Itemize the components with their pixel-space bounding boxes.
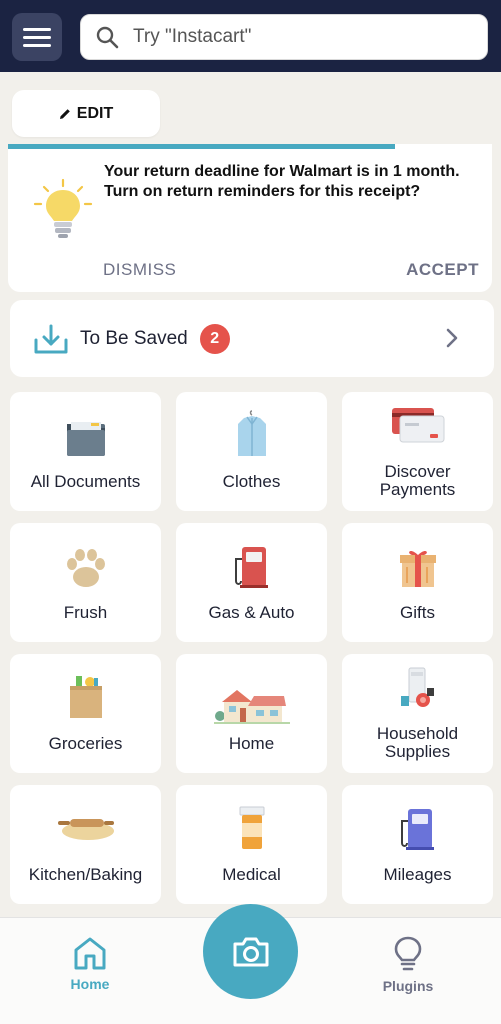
- download-icon: [34, 324, 68, 353]
- category-label: Mileages: [383, 865, 452, 884]
- category-groceries[interactable]: Groceries: [10, 654, 161, 773]
- gift-icon: [399, 550, 436, 587]
- fuel-pump-icon: [400, 809, 434, 850]
- reminder-progress-bar: [8, 144, 396, 149]
- house-icon: [213, 690, 290, 724]
- folder-icon: [66, 422, 105, 456]
- chevron-right-icon: [446, 328, 458, 348]
- category-discover-payments[interactable]: Discover Payments: [342, 392, 493, 511]
- count-badge: 2: [199, 323, 230, 354]
- category-label: Gifts: [400, 603, 435, 622]
- to-be-saved-row[interactable]: To Be Saved 2: [10, 300, 494, 377]
- category-all-documents[interactable]: All Documents: [10, 392, 161, 511]
- tab-home-label: Home: [70, 976, 110, 992]
- category-household-supplies[interactable]: Household Supplies: [342, 654, 493, 773]
- pencil-icon: [59, 108, 70, 119]
- home-icon: [74, 937, 106, 970]
- reminder-message: Your return deadline for Walmart is in 1…: [104, 163, 460, 200]
- category-label: Home: [228, 734, 275, 753]
- appliances-icon: [400, 667, 434, 707]
- search-input[interactable]: [133, 26, 453, 48]
- camera-icon: [233, 937, 268, 966]
- credit-cards-icon: [391, 408, 444, 443]
- to-be-saved-label: To Be Saved: [80, 327, 188, 349]
- category-label: Frush: [63, 603, 108, 622]
- accept-button[interactable]: ACCEPT: [406, 260, 479, 280]
- gas-pump-icon: [234, 547, 268, 588]
- tab-plugins[interactable]: Plugins: [363, 936, 453, 994]
- category-label: Clothes: [222, 472, 281, 491]
- edit-button[interactable]: EDIT: [12, 90, 160, 137]
- dismiss-button[interactable]: DISMISS: [103, 260, 176, 280]
- tab-plugins-label: Plugins: [382, 978, 434, 994]
- category-frush[interactable]: Frush: [10, 523, 161, 642]
- category-gas-auto[interactable]: Gas & Auto: [176, 523, 327, 642]
- rolling-pin-icon: [57, 819, 114, 840]
- category-label: Groceries: [48, 734, 123, 753]
- lightbulb-outline-icon: [394, 936, 422, 971]
- tab-home[interactable]: Home: [45, 936, 135, 992]
- menu-button[interactable]: [12, 13, 62, 61]
- category-label: Kitchen/Baking: [28, 865, 143, 884]
- hamburger-icon: [23, 27, 51, 31]
- category-label: Gas & Auto: [208, 603, 295, 622]
- category-label: Household Supplies: [376, 724, 459, 761]
- top-bar: [0, 0, 501, 72]
- shirt-icon: [237, 410, 266, 456]
- search-bar[interactable]: [80, 14, 488, 60]
- pill-bottle-icon: [239, 806, 264, 849]
- return-reminder-card: Your return deadline for Walmart is in 1…: [8, 144, 492, 292]
- category-label: Medical: [222, 865, 281, 884]
- category-home[interactable]: Home: [176, 654, 327, 773]
- camera-button[interactable]: [203, 904, 298, 999]
- category-clothes[interactable]: Clothes: [176, 392, 327, 511]
- edit-label: EDIT: [76, 104, 114, 122]
- category-label: All Documents: [30, 472, 141, 491]
- lightbulb-icon: [33, 178, 93, 238]
- grocery-bag-icon: [69, 676, 102, 718]
- category-medical[interactable]: Medical: [176, 785, 327, 904]
- category-mileages[interactable]: Mileages: [342, 785, 493, 904]
- search-icon: [96, 26, 119, 49]
- paw-icon: [66, 549, 105, 587]
- category-label: Discover Payments: [379, 462, 456, 499]
- category-gifts[interactable]: Gifts: [342, 523, 493, 642]
- category-kitchen-baking[interactable]: Kitchen/Baking: [10, 785, 161, 904]
